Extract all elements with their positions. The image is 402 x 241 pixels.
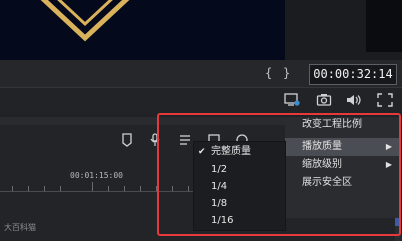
quality-option-half[interactable]: 1/2 <box>194 161 285 179</box>
mark-out-button[interactable]: } <box>283 66 290 80</box>
display-settings-icon[interactable] <box>284 93 300 107</box>
marker-icon[interactable] <box>120 133 134 147</box>
timecode-display: 00:00:32:14 <box>309 64 397 85</box>
timeline-ruler[interactable] <box>0 178 210 192</box>
menu-item-zoom-level[interactable]: 缩放级别 ▶ <box>285 156 400 174</box>
quality-option-label: 完整质量 <box>211 146 251 157</box>
menu-item-label: 播放质量 <box>302 141 342 152</box>
menu-item-label: 缩放级别 <box>302 159 342 170</box>
quality-option-label: 1/16 <box>211 215 234 226</box>
quality-option-full[interactable]: ✔ 完整质量 <box>194 143 285 161</box>
submenu-arrow-icon: ▶ <box>385 160 392 169</box>
quality-option-eighth[interactable]: 1/8 <box>194 195 285 213</box>
menu-item-label: 展示安全区 <box>302 177 352 188</box>
quality-option-label: 1/8 <box>211 198 228 209</box>
ruler-time-label: 00:01:15:00 <box>70 171 123 180</box>
quality-option-sixteenth[interactable]: 1/16 <box>194 212 285 230</box>
fullscreen-icon[interactable] <box>377 93 393 107</box>
playback-quality-submenu: ✔ 完整质量 1/2 1/4 1/8 1/16 <box>193 141 286 231</box>
preview-side-inner <box>366 0 402 52</box>
player-controls-row <box>0 88 402 114</box>
quality-option-label: 1/2 <box>211 164 228 175</box>
video-preview <box>0 0 285 60</box>
mark-in-button[interactable]: { <box>265 66 272 80</box>
menu-item-label: 改变工程比例 <box>302 119 362 130</box>
mic-icon[interactable] <box>148 133 162 147</box>
quality-option-quarter[interactable]: 1/4 <box>194 178 285 196</box>
submenu-arrow-icon: ▶ <box>385 142 392 151</box>
menu-item-change-project-ratio[interactable]: 改变工程比例 <box>285 116 400 134</box>
menu-item-show-safe-zone[interactable]: 展示安全区 <box>285 174 400 192</box>
preview-side-panel <box>285 0 402 60</box>
volume-icon[interactable] <box>346 93 362 107</box>
quality-option-label: 1/4 <box>211 181 228 192</box>
menu-item-playback-quality[interactable]: 播放质量 ▶ <box>285 138 400 156</box>
snapshot-icon[interactable] <box>316 93 332 107</box>
checkmark-icon: ✔ <box>198 147 206 157</box>
watermark: 大百科猫 <box>4 223 36 232</box>
mixer-icon[interactable] <box>178 133 192 147</box>
preview-gold-chevron <box>40 0 130 42</box>
